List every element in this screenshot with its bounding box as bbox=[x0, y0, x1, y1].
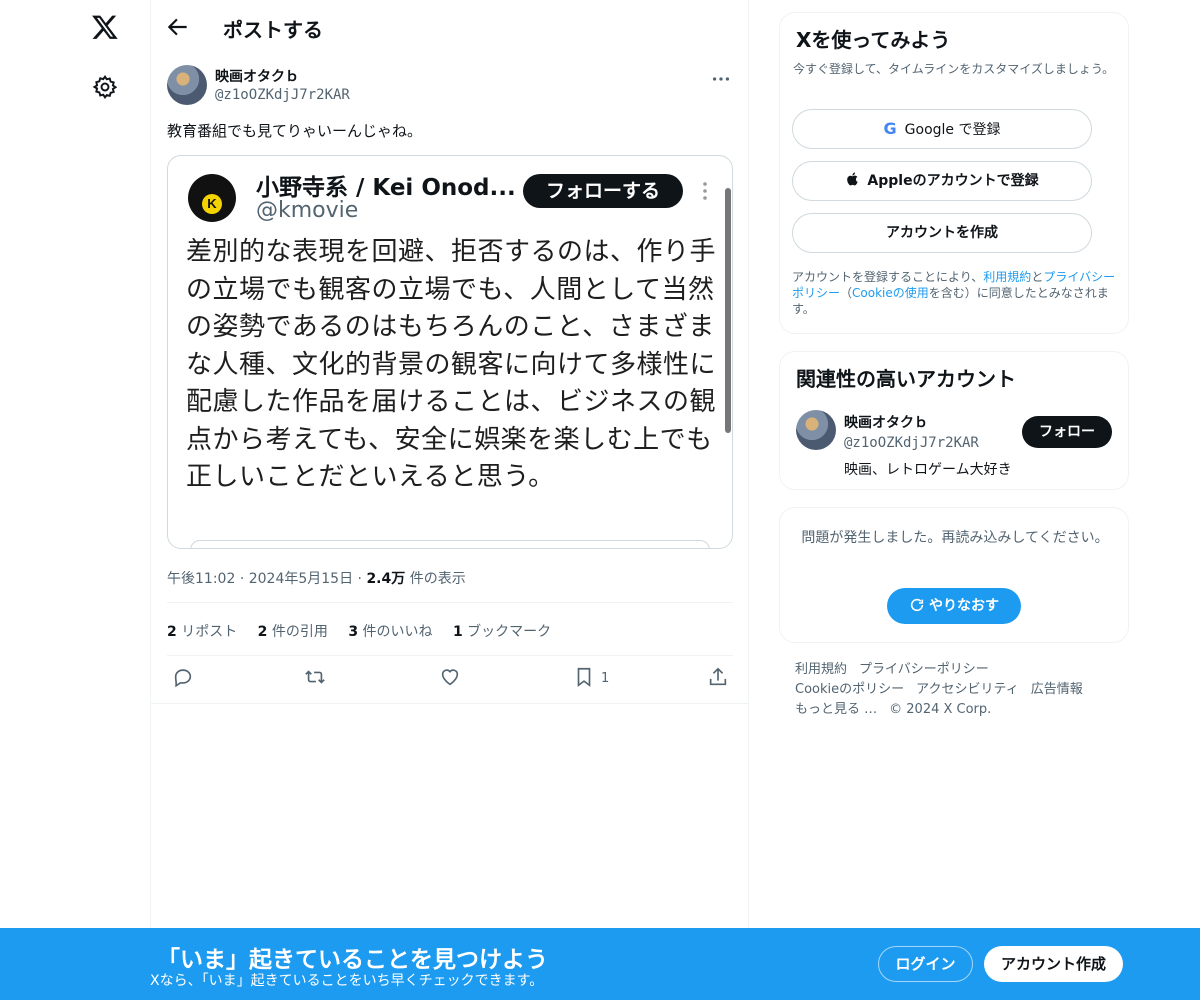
related-title: 関連性の高いアカウント bbox=[796, 367, 1016, 391]
author-handle[interactable]: @z1oOZKdjJ7r2KAR bbox=[215, 87, 350, 103]
signup-card: Xを使ってみよう 今すぐ登録して、タイムラインをカスタマイズしましょう。 G Go… bbox=[779, 12, 1129, 334]
media-follow-label: フォローする bbox=[523, 174, 683, 208]
avatar[interactable] bbox=[167, 65, 207, 105]
google-icon: G bbox=[883, 119, 897, 138]
post-actions: 1 bbox=[167, 666, 733, 694]
repost-icon bbox=[305, 670, 325, 684]
post-meta: 午後11:02 · 2024年5月15日 · 2.4万 件の表示 bbox=[167, 568, 466, 588]
media-vertical-dots-icon bbox=[703, 182, 707, 200]
apple-signup-button[interactable]: Appleのアカウントで登録 bbox=[792, 161, 1092, 201]
related-name[interactable]: 映画オタクｂ bbox=[844, 412, 928, 432]
views-count: 2.4万 bbox=[366, 571, 406, 587]
share-button[interactable] bbox=[707, 666, 729, 692]
more-options-icon[interactable] bbox=[710, 68, 732, 90]
share-icon bbox=[709, 667, 727, 686]
back-arrow-icon[interactable] bbox=[165, 14, 191, 40]
x-logo-icon[interactable] bbox=[91, 13, 119, 41]
media-avatar-letter: K bbox=[202, 194, 222, 214]
footer-copyright: © 2024 X Corp. bbox=[889, 702, 992, 717]
footer-link-more[interactable]: もっと見る … bbox=[795, 702, 877, 717]
error-card: 問題が発生しました。再読み込みしてください。 やりなおす bbox=[779, 507, 1129, 643]
heart-icon bbox=[441, 669, 459, 686]
error-message: 問題が発生しました。再読み込みしてください。 bbox=[801, 530, 1109, 546]
divider bbox=[167, 655, 733, 656]
refresh-icon bbox=[910, 598, 924, 612]
stat-reposts[interactable]: 2 リポスト bbox=[167, 624, 237, 640]
footer-links: 利用規約 プライバシーポリシー Cookieのポリシー アクセシビリティ 広告情報 も… bbox=[795, 660, 1115, 720]
login-button[interactable]: ログイン bbox=[878, 946, 973, 982]
signup-description: 今すぐ登録して、タイムラインをカスタマイズしましょう。 bbox=[793, 62, 1115, 76]
post-media-image[interactable]: K 小野寺系 / Kei Onod... @kmovie フォローする 差別的な… bbox=[167, 155, 733, 549]
avatar[interactable] bbox=[796, 410, 836, 450]
terms-text: と bbox=[1031, 270, 1044, 284]
follow-button[interactable]: フォロー bbox=[1022, 416, 1112, 448]
views-label: 件の表示 bbox=[405, 571, 466, 587]
banner-title: 「いま」起きていることを見つけよう bbox=[157, 947, 548, 973]
footer-link-accessibility[interactable]: アクセシビリティ bbox=[916, 682, 1019, 697]
banner-subtitle: Xなら、「いま」起きていることをいち早くチェックできます。 bbox=[150, 973, 544, 989]
banner-signup-button[interactable]: アカウント作成 bbox=[984, 946, 1123, 982]
footer-link-ads[interactable]: 広告情報 bbox=[1031, 682, 1083, 697]
google-signup-label: Google で登録 bbox=[904, 122, 1001, 138]
post-time[interactable]: 午後11:02 bbox=[167, 571, 235, 587]
left-nav bbox=[0, 0, 150, 1000]
media-avatar: K bbox=[188, 174, 236, 222]
google-signup-button[interactable]: G Google で登録 bbox=[792, 109, 1092, 149]
author-name[interactable]: 映画オタクｂ bbox=[215, 66, 299, 86]
post-stats: 2 リポスト 2 件の引用 3 件のいいね 1 ブックマーク bbox=[167, 621, 567, 641]
main-column: ポストする 映画オタクｂ @z1oOZKdjJ7r2KAR 教育番組でも見てりゃ… bbox=[150, 0, 749, 1000]
media-name: 小野寺系 / Kei Onod... bbox=[256, 175, 516, 201]
meta-separator: · bbox=[239, 571, 245, 587]
reply-icon bbox=[174, 669, 192, 688]
footer-link-terms[interactable]: 利用規約 bbox=[795, 662, 847, 677]
related-handle[interactable]: @z1oOZKdjJ7r2KAR bbox=[844, 435, 979, 451]
footer-link-privacy[interactable]: プライバシーポリシー bbox=[859, 662, 989, 677]
create-account-button[interactable]: アカウントを作成 bbox=[792, 213, 1092, 253]
divider bbox=[167, 602, 733, 603]
media-quote-box bbox=[190, 540, 710, 548]
footer-link-cookie[interactable]: Cookieのポリシー bbox=[795, 682, 904, 697]
create-account-label: アカウントを作成 bbox=[886, 225, 998, 241]
page-header: ポストする bbox=[151, 0, 748, 54]
stat-quotes[interactable]: 2 件の引用 bbox=[258, 624, 328, 640]
page-title: ポストする bbox=[223, 18, 323, 42]
signup-banner: 「いま」起きていることを見つけよう Xなら、「いま」起きていることをいち早くチェ… bbox=[0, 928, 1200, 1000]
repost-button[interactable] bbox=[304, 666, 326, 692]
divider bbox=[151, 703, 748, 704]
stat-bookmarks[interactable]: 1 ブックマーク bbox=[453, 624, 551, 640]
media-scrollbar bbox=[725, 188, 731, 433]
cookie-link[interactable]: Cookieの使用 bbox=[852, 286, 929, 300]
bookmark-count: 1 bbox=[601, 671, 610, 686]
apple-signup-label: Appleのアカウントで登録 bbox=[867, 173, 1039, 189]
post-date[interactable]: 2024年5月15日 bbox=[249, 571, 353, 587]
reply-button[interactable] bbox=[172, 666, 194, 692]
post-author: 映画オタクｂ @z1oOZKdjJ7r2KAR bbox=[167, 64, 732, 108]
related-bio: 映画、レトロゲーム大好き bbox=[844, 462, 1012, 478]
gear-icon[interactable] bbox=[92, 74, 118, 100]
terms-link[interactable]: 利用規約 bbox=[983, 270, 1031, 284]
media-handle: @kmovie bbox=[256, 198, 359, 223]
meta-separator: · bbox=[357, 571, 362, 587]
signup-terms: アカウントを登録することにより、利用規約とプライバシーポリシー（Cookieの使… bbox=[792, 269, 1122, 317]
bookmark-icon bbox=[577, 667, 591, 687]
terms-text: アカウントを登録することにより、 bbox=[792, 270, 984, 284]
related-accounts-card: 関連性の高いアカウント 映画オタクｂ @z1oOZKdjJ7r2KAR 映画、レ… bbox=[779, 351, 1129, 490]
bookmark-button[interactable]: 1 bbox=[573, 666, 609, 692]
media-body-text: 差別的な表現を回避、拒否するのは、作り手の立場でも観客の立場でも、人間として当然… bbox=[186, 237, 717, 492]
retry-label: やりなおす bbox=[929, 598, 999, 614]
stat-likes[interactable]: 3 件のいいね bbox=[348, 624, 432, 640]
terms-text: （ bbox=[840, 286, 853, 300]
retry-button[interactable]: やりなおす bbox=[887, 588, 1021, 624]
post-text: 教育番組でも見てりゃいーんじゃね。 bbox=[167, 122, 423, 140]
like-button[interactable] bbox=[439, 666, 461, 692]
apple-icon bbox=[847, 172, 859, 186]
signup-title: Xを使ってみよう bbox=[796, 28, 951, 52]
